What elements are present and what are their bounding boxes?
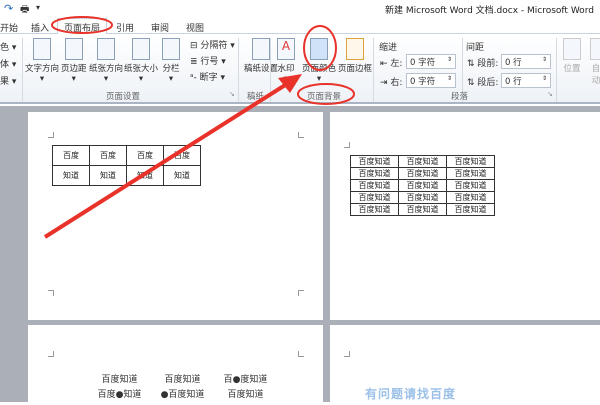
annotation-overlay	[43, 16, 355, 239]
annotation-circle-tab	[51, 16, 113, 34]
annotation-circle-page-color	[303, 25, 337, 71]
annotation-circle-group	[297, 83, 355, 105]
annotation-arrow	[43, 80, 292, 239]
annotation-arrowhead	[278, 74, 302, 93]
